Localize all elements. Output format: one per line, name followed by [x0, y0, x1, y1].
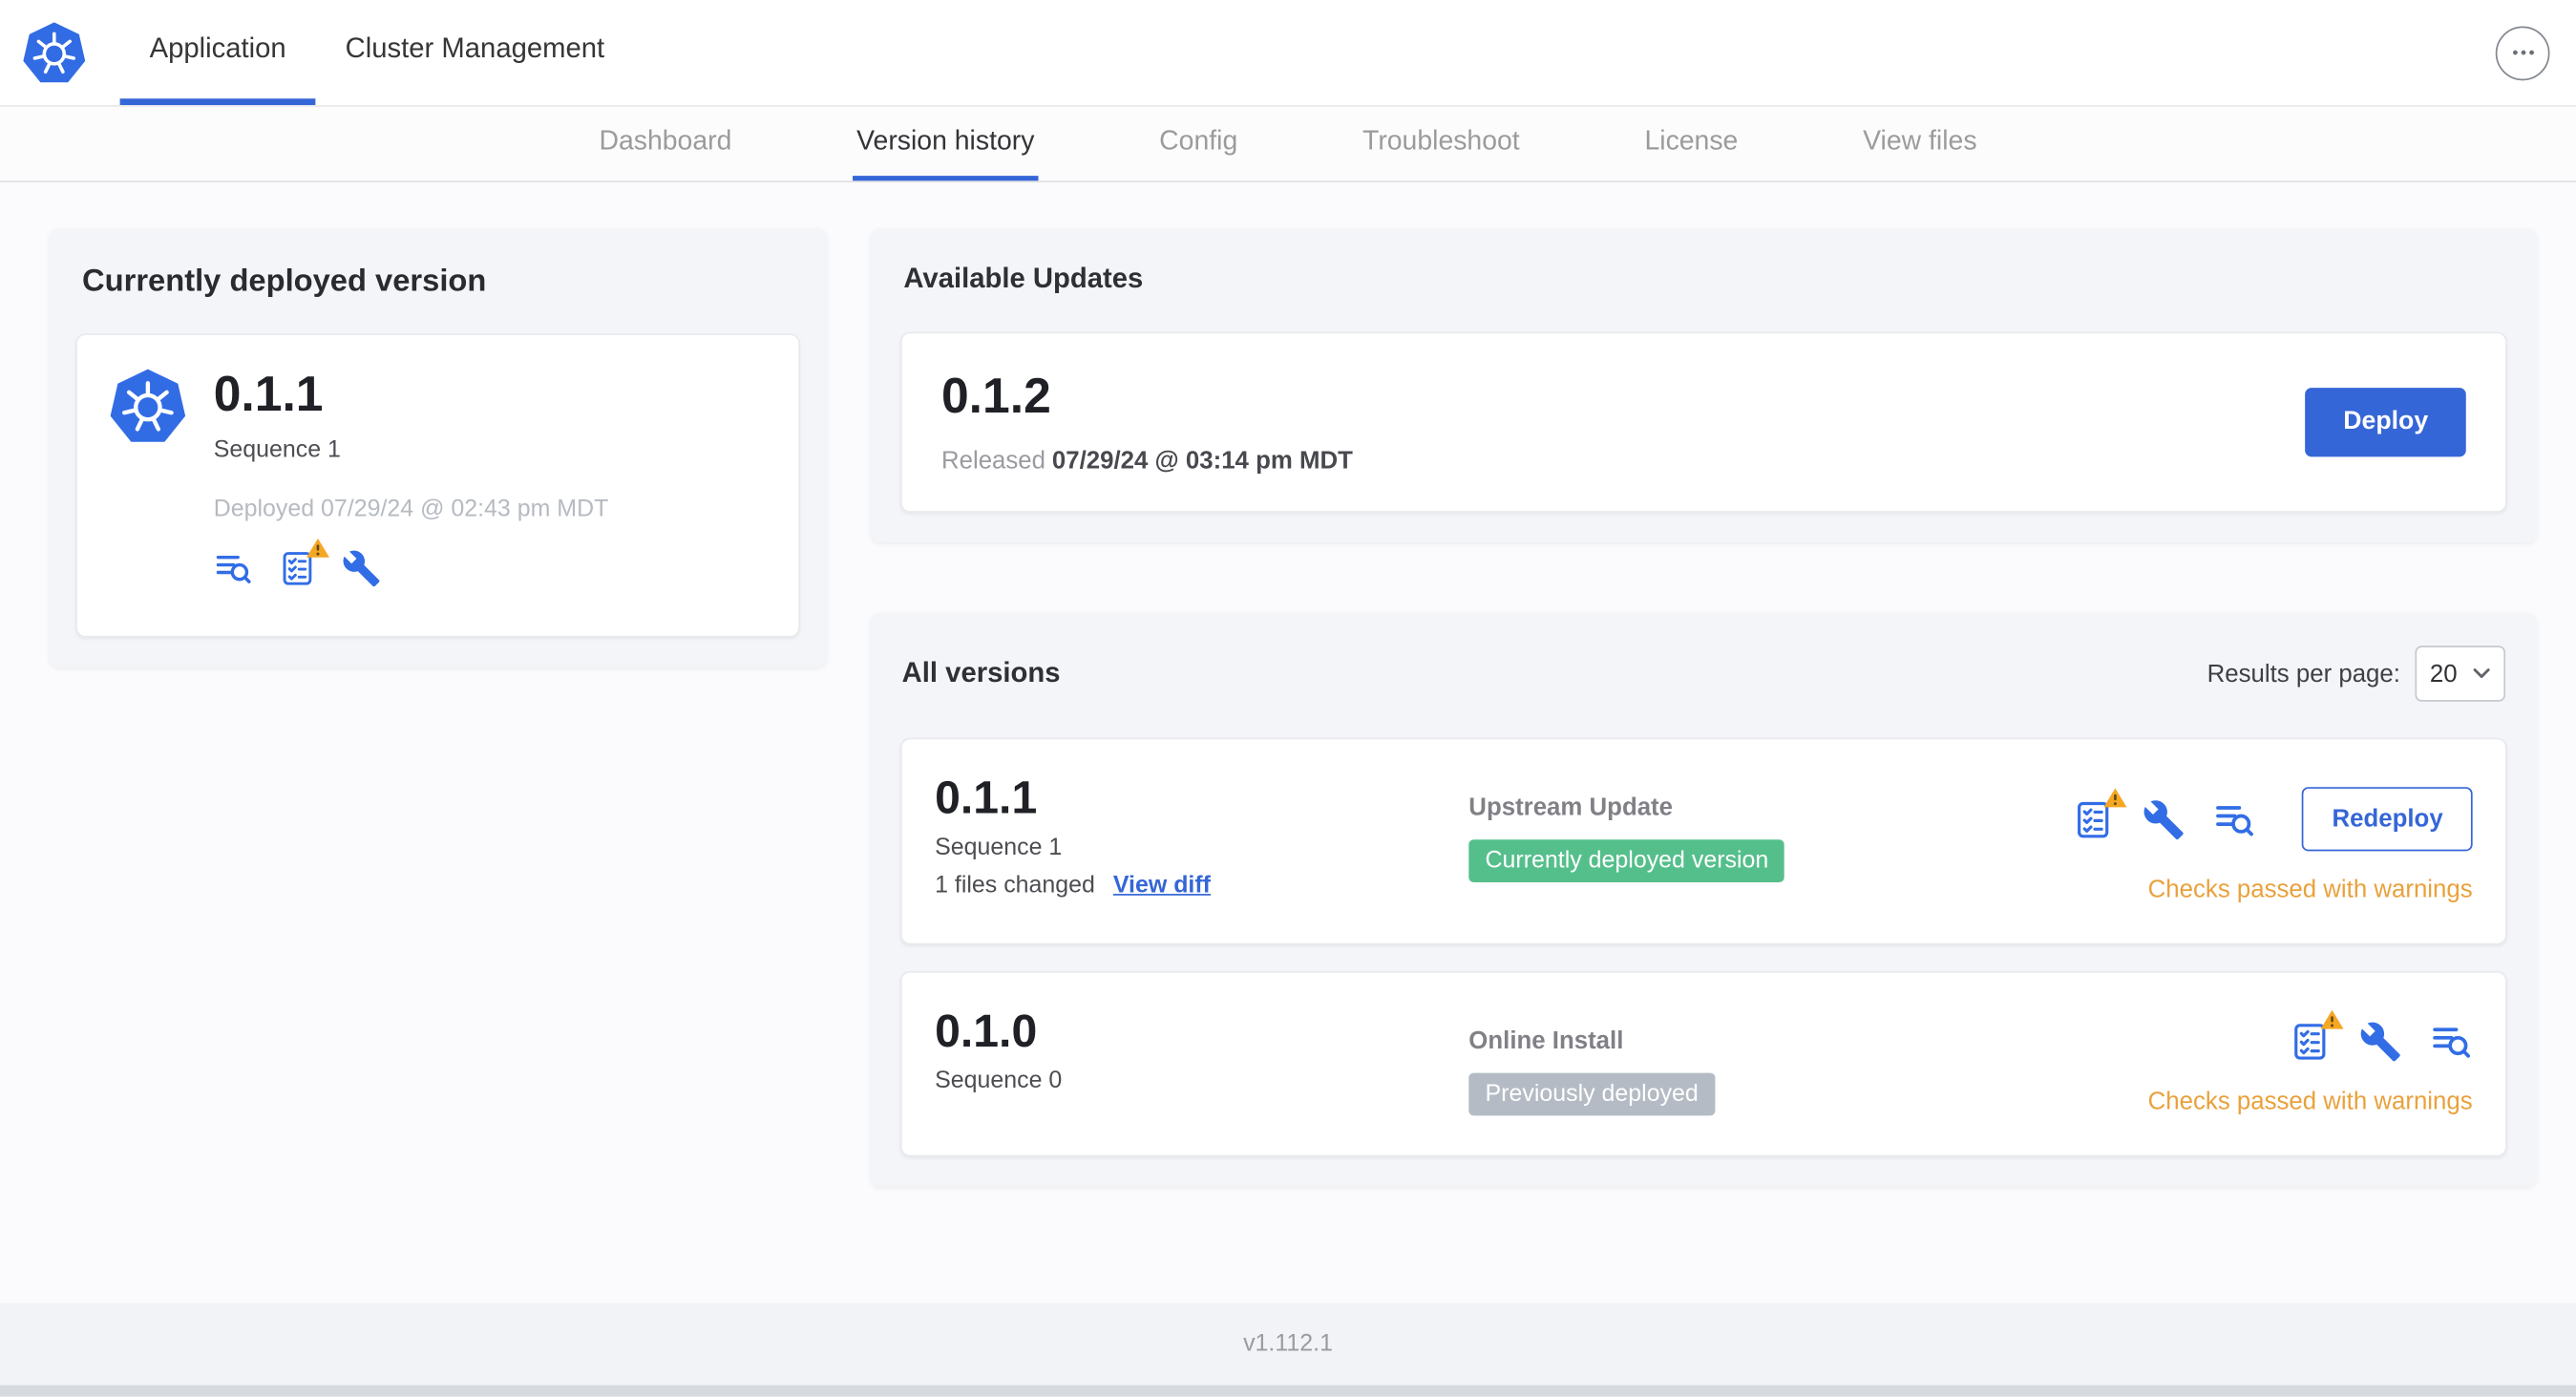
row-sequence: Sequence 1 [935, 835, 1063, 861]
tab-version-history-label: Version history [856, 125, 1035, 156]
results-per-page: Results per page: 20 [2206, 646, 2506, 702]
checks-status-text: Checks passed with warnings [2147, 1088, 2473, 1116]
config-wrench-icon[interactable] [2359, 1021, 2402, 1064]
results-per-page-value: 20 [2429, 659, 2458, 688]
bottom-edge [0, 1385, 2576, 1397]
tab-application[interactable]: Application [119, 0, 316, 106]
currently-deployed-title: Currently deployed version [82, 265, 487, 300]
kubernetes-app-icon [110, 368, 185, 443]
tab-config-label: Config [1159, 125, 1238, 156]
top-bar: Application Cluster Management [0, 0, 2576, 106]
sub-nav: Dashboard Version history Config Trouble… [0, 105, 2576, 182]
update-version-number: 0.1.2 [940, 370, 1051, 424]
version-row: 0.1.0 Sequence 0 Online Install Previous… [899, 970, 2507, 1157]
right-column: Available Updates 0.1.2 Released 07/29/24… [870, 228, 2537, 1187]
console-version: v1.112.1 [1243, 1330, 1333, 1358]
currently-deployed-section: Currently deployed version 0.1.1 Sequenc… [49, 228, 827, 667]
available-update-card: 0.1.2 Released 07/29/24 @ 03:14 pm MDT De… [899, 331, 2507, 513]
config-wrench-icon[interactable] [342, 549, 381, 588]
row-files-changed: 1 files changed [935, 872, 1095, 900]
ellipsis-icon [2506, 36, 2539, 69]
deploy-button[interactable]: Deploy [2305, 388, 2466, 457]
row-source: Upstream Update [1468, 794, 1674, 822]
config-wrench-icon[interactable] [2143, 797, 2186, 840]
tab-view-files[interactable]: View files [1860, 107, 1980, 180]
available-updates-title: Available Updates [903, 263, 1144, 295]
update-released-at: Released 07/29/24 @ 03:14 pm MDT [941, 447, 1353, 475]
current-version-deployed-at: Deployed 07/29/24 @ 02:43 pm MDT [213, 496, 609, 523]
tab-license-label: License [1644, 125, 1739, 156]
view-diff-link[interactable]: View diff [1113, 873, 1211, 900]
tab-config[interactable]: Config [1156, 107, 1241, 180]
kubernetes-logo [16, 0, 92, 105]
preflight-checks-button[interactable] [278, 549, 317, 588]
footer: v1.112.1 [0, 1302, 2576, 1386]
version-row: 0.1.1 Sequence 1 1 files changed View di… [899, 737, 2507, 945]
row-source: Online Install [1468, 1027, 1624, 1055]
deployed-status-badge: Previously deployed [1468, 1072, 1716, 1116]
results-per-page-select[interactable]: 20 [2415, 646, 2506, 702]
released-date: 07/29/24 @ 03:14 pm MDT [1051, 447, 1353, 476]
checks-status-text: Checks passed with warnings [2147, 876, 2473, 904]
tab-troubleshoot-label: Troubleshoot [1362, 125, 1520, 156]
warning-triangle-icon [306, 538, 330, 559]
tab-troubleshoot[interactable]: Troubleshoot [1360, 107, 1524, 180]
tab-dashboard-label: Dashboard [599, 125, 732, 156]
current-version-number: 0.1.1 [213, 368, 324, 423]
preflight-checks-button[interactable] [2289, 1021, 2332, 1064]
row-version-number: 0.1.1 [935, 772, 1038, 824]
all-versions-section: All versions Results per page: 20 0.1.1 [870, 612, 2537, 1187]
tab-version-history[interactable]: Version history [853, 107, 1038, 181]
results-per-page-label: Results per page: [2206, 659, 2400, 688]
tab-cluster-management[interactable]: Cluster Management [316, 0, 634, 105]
row-sequence: Sequence 0 [935, 1068, 1063, 1094]
app-window: Application Cluster Management Dashboard… [0, 0, 2576, 1397]
tab-application-label: Application [149, 32, 286, 65]
released-label: Released [940, 447, 1046, 476]
preflight-checks-button[interactable] [2073, 797, 2116, 840]
deploy-logs-icon[interactable] [2430, 1021, 2473, 1064]
tab-cluster-management-label: Cluster Management [345, 32, 605, 65]
more-menu-button[interactable] [2495, 25, 2550, 80]
tab-view-files-label: View files [1863, 125, 1977, 156]
chevron-down-icon [2473, 667, 2491, 681]
current-version-sequence: Sequence 1 [213, 436, 341, 464]
deploy-logs-icon[interactable] [214, 549, 253, 588]
tab-dashboard[interactable]: Dashboard [596, 107, 735, 180]
deploy-logs-icon[interactable] [2214, 797, 2257, 840]
main-content: Currently deployed version 0.1.1 Sequenc… [0, 182, 2576, 1303]
tab-license[interactable]: License [1641, 107, 1742, 180]
row-version-number: 0.1.0 [935, 1005, 1038, 1057]
currently-deployed-card: 0.1.1 Sequence 1 Deployed 07/29/24 @ 02:… [75, 333, 800, 638]
warning-triangle-icon [2320, 1009, 2345, 1030]
current-version-actions [214, 549, 766, 588]
all-versions-title: All versions [901, 657, 1061, 688]
redeploy-button[interactable]: Redeploy [2302, 787, 2473, 852]
warning-triangle-icon [2103, 786, 2128, 807]
available-updates-section: Available Updates 0.1.2 Released 07/29/24… [870, 228, 2537, 542]
deployed-status-badge: Currently deployed version [1468, 839, 1785, 883]
